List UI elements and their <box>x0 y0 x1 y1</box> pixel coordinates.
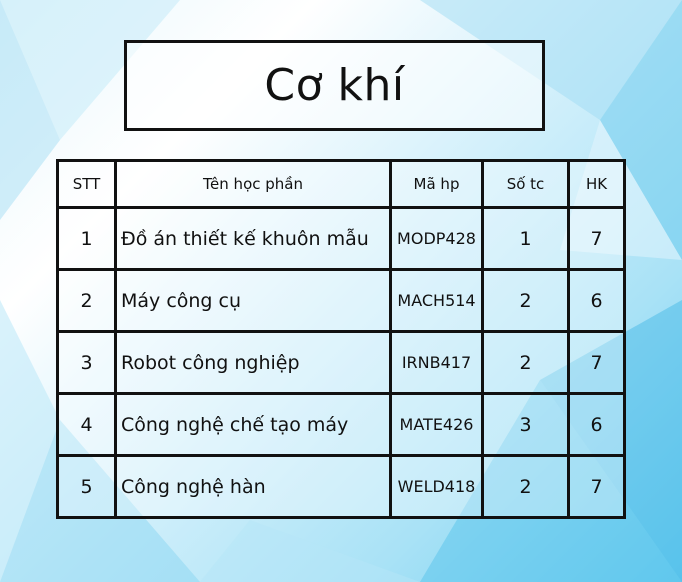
cell-semester: 6 <box>567 268 626 333</box>
cell-semester: 7 <box>567 454 626 519</box>
table-row: 5 Công nghệ hàn WELD418 2 7 <box>56 454 626 519</box>
cell-course-code: MACH514 <box>389 268 484 333</box>
table-row: 3 Robot công nghiệp IRNB417 2 7 <box>56 330 626 395</box>
header-stt: STT <box>56 159 117 209</box>
cell-stt: 5 <box>56 454 117 519</box>
cell-credits: 1 <box>481 206 570 271</box>
cell-credits: 3 <box>481 392 570 457</box>
cell-course-code: MODP428 <box>389 206 484 271</box>
header-course-code: Mã hp <box>389 159 484 209</box>
cell-credits: 2 <box>481 330 570 395</box>
cell-stt: 1 <box>56 206 117 271</box>
header-semester: HK <box>567 159 626 209</box>
cell-credits: 2 <box>481 268 570 333</box>
cell-course-name: Công nghệ chế tạo máy <box>114 392 392 457</box>
cell-course-code: IRNB417 <box>389 330 484 395</box>
table-row: 2 Máy công cụ MACH514 2 6 <box>56 268 626 333</box>
cell-course-name: Máy công cụ <box>114 268 392 333</box>
cell-course-code: WELD418 <box>389 454 484 519</box>
cell-stt: 3 <box>56 330 117 395</box>
page-title: Cơ khí <box>264 60 405 111</box>
cell-credits: 2 <box>481 454 570 519</box>
course-table: STT Tên học phần Mã hp Số tc HK 1 Đồ án … <box>56 159 626 519</box>
cell-course-name: Đồ án thiết kế khuôn mẫu <box>114 206 392 271</box>
header-course-name: Tên học phần <box>114 159 392 209</box>
cell-stt: 4 <box>56 392 117 457</box>
table-header-row: STT Tên học phần Mã hp Số tc HK <box>56 159 626 209</box>
table-row: 4 Công nghệ chế tạo máy MATE426 3 6 <box>56 392 626 457</box>
table-row: 1 Đồ án thiết kế khuôn mẫu MODP428 1 7 <box>56 206 626 271</box>
cell-semester: 6 <box>567 392 626 457</box>
cell-stt: 2 <box>56 268 117 333</box>
cell-semester: 7 <box>567 330 626 395</box>
header-credits: Số tc <box>481 159 570 209</box>
cell-semester: 7 <box>567 206 626 271</box>
title-box: Cơ khí <box>124 40 545 131</box>
cell-course-code: MATE426 <box>389 392 484 457</box>
cell-course-name: Robot công nghiệp <box>114 330 392 395</box>
cell-course-name: Công nghệ hàn <box>114 454 392 519</box>
